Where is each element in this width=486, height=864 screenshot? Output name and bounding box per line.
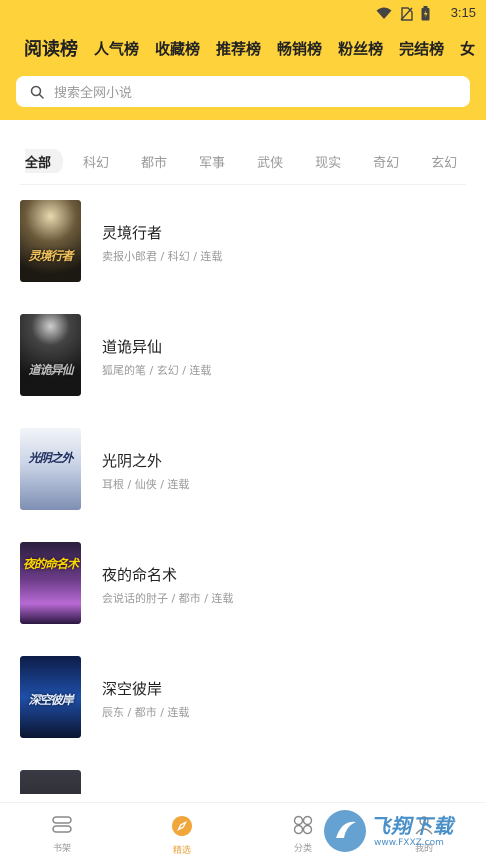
book-cover[interactable]: 光阴之外 [20, 428, 81, 510]
nav-label: 精选 [172, 846, 191, 856]
category-urban[interactable]: 都市 [141, 152, 167, 171]
book-title[interactable]: 深空彼岸 [102, 678, 162, 699]
book-cover[interactable] [20, 770, 81, 794]
book-cover[interactable]: 灵境行者 [20, 200, 81, 282]
cover-title: 道诡异仙 [28, 363, 73, 377]
rank-tabs: 阅读榜 人气榜 收藏榜 推荐榜 畅销榜 粉丝榜 完结榜 女 [24, 34, 486, 62]
status-time: 3:15 [450, 5, 476, 20]
list-item[interactable]: 夜的命名术 夜的命名术 会说话的肘子 / 都市 / 连载 [20, 542, 466, 624]
tab-completed-rank[interactable]: 完结榜 [399, 38, 444, 59]
category-military[interactable]: 军事 [199, 152, 225, 171]
book-cover[interactable]: 夜的命名术 [20, 542, 81, 624]
watermark-logo-icon [324, 810, 366, 852]
book-list: 灵境行者 灵境行者 卖报小郎君 / 科幻 / 连载 道诡异仙 道诡异仙 狐尾的笔… [0, 200, 486, 794]
tab-bestseller-rank[interactable]: 畅销榜 [277, 38, 322, 59]
list-item[interactable]: 道诡异仙 道诡异仙 狐尾的笔 / 玄幻 / 连载 [20, 314, 466, 396]
category-tabs: 全部 科幻 都市 军事 武侠 现实 奇幻 玄幻 [25, 149, 486, 173]
tab-fans-rank[interactable]: 粉丝榜 [338, 38, 383, 59]
battery-icon [421, 6, 430, 21]
category-xuanhuan[interactable]: 玄幻 [431, 152, 457, 171]
list-item[interactable]: 深空彼岸 深空彼岸 辰东 / 都市 / 连载 [20, 656, 466, 738]
category-scifi[interactable]: 科幻 [83, 152, 109, 171]
list-item[interactable]: 光阴之外 光阴之外 耳根 / 仙侠 / 连载 [20, 428, 466, 510]
list-item[interactable] [20, 770, 466, 794]
category-icon [293, 815, 313, 835]
nav-bookshelf[interactable]: 书架 [22, 815, 102, 854]
category-wuxia[interactable]: 武侠 [257, 152, 283, 171]
cover-title: 灵境行者 [28, 249, 73, 263]
book-title[interactable]: 光阴之外 [102, 450, 162, 471]
book-meta: 狐尾的笔 / 玄幻 / 连载 [102, 364, 212, 377]
book-meta: 卖报小郎君 / 科幻 / 连载 [102, 250, 223, 263]
category-fantasy[interactable]: 奇幻 [373, 152, 399, 171]
wifi-icon [376, 7, 392, 19]
cover-title: 深空彼岸 [28, 693, 73, 707]
nav-featured[interactable]: 精选 [142, 815, 222, 856]
book-meta: 耳根 / 仙侠 / 连载 [102, 478, 190, 491]
watermark-text: 飞翔下载 [370, 814, 454, 838]
compass-icon [172, 816, 192, 836]
tab-popularity-rank[interactable]: 人气榜 [94, 38, 139, 59]
category-all[interactable]: 全部 [25, 149, 64, 173]
status-bar: 3:15 [0, 0, 486, 26]
book-title[interactable]: 灵境行者 [102, 222, 162, 243]
tab-female-rank[interactable]: 女 [460, 38, 475, 59]
watermark: 飞翔下载 www.FXXZ.com [322, 806, 482, 858]
search-icon [30, 85, 44, 99]
tab-collection-rank[interactable]: 收藏榜 [155, 38, 200, 59]
header-banner: 3:15 阅读榜 人气榜 收藏榜 推荐榜 畅销榜 粉丝榜 完结榜 女 搜索全网小… [0, 0, 486, 120]
list-item[interactable]: 灵境行者 灵境行者 卖报小郎君 / 科幻 / 连载 [20, 200, 466, 282]
book-cover[interactable]: 道诡异仙 [20, 314, 81, 396]
watermark-url: www.FXXZ.com [374, 838, 444, 848]
nav-label: 书架 [52, 844, 71, 854]
status-icons [376, 6, 430, 21]
book-meta: 辰东 / 都市 / 连载 [102, 706, 190, 719]
tab-recommend-rank[interactable]: 推荐榜 [216, 38, 261, 59]
tab-reading-rank[interactable]: 阅读榜 [24, 35, 78, 61]
cover-title: 光阴之外 [28, 451, 73, 465]
book-title[interactable]: 夜的命名术 [102, 564, 177, 585]
no-sim-icon [400, 6, 413, 21]
category-realism[interactable]: 现实 [315, 152, 341, 171]
book-meta: 会说话的肘子 / 都市 / 连载 [102, 592, 234, 605]
cover-title: 夜的命名术 [22, 557, 79, 571]
bookshelf-icon [52, 816, 72, 833]
category-divider [20, 184, 466, 185]
search-input[interactable]: 搜索全网小说 [54, 82, 132, 101]
book-title[interactable]: 道诡异仙 [102, 336, 162, 357]
book-cover[interactable]: 深空彼岸 [20, 656, 81, 738]
search-bar[interactable]: 搜索全网小说 [16, 76, 470, 107]
